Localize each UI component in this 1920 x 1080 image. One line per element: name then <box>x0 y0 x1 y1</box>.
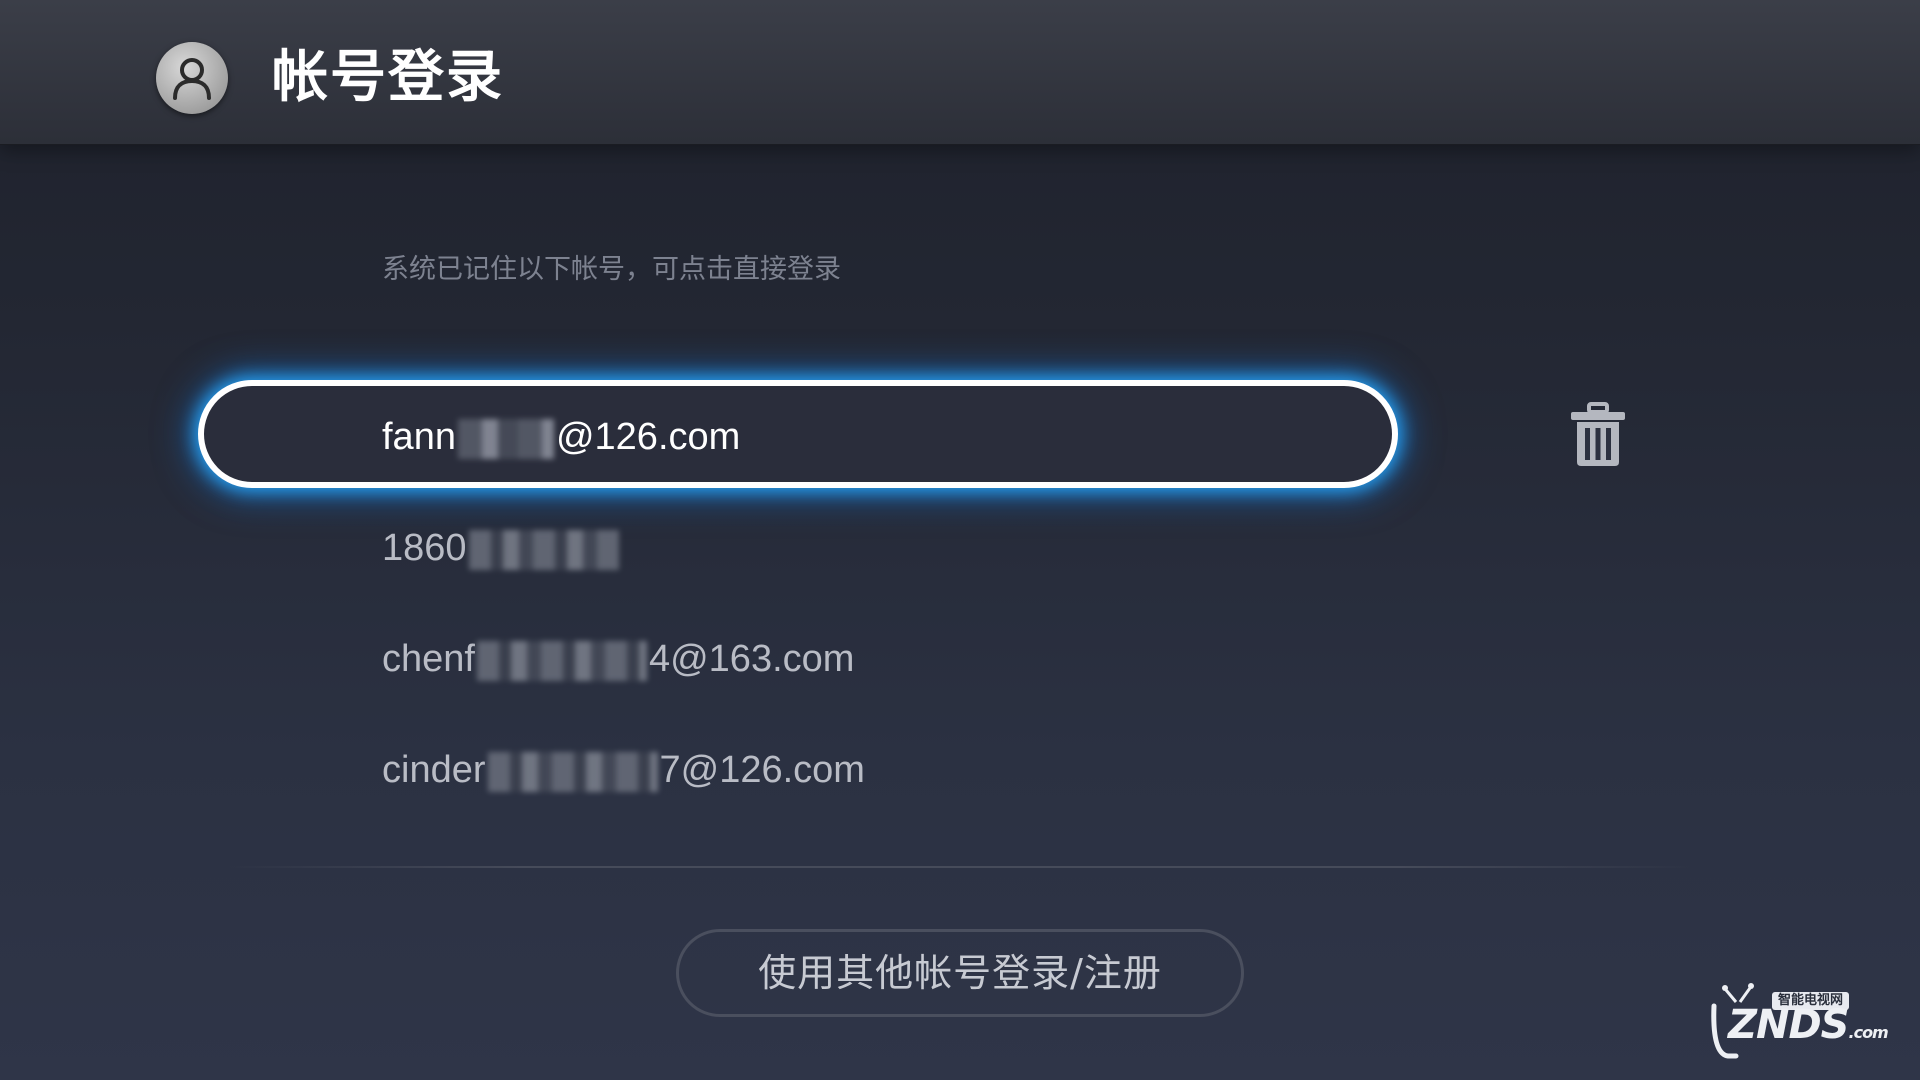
header-bar: 帐号登录 <box>0 0 1920 145</box>
other-account-login-button[interactable]: 使用其他帐号登录/注册 <box>676 929 1244 1017</box>
account-prefix: cinder <box>382 749 486 791</box>
account-prefix: fann <box>382 416 456 458</box>
znds-watermark-logo: 智能电视网 ZNDS.com <box>1706 980 1889 1060</box>
remembered-accounts-hint: 系统已记住以下帐号，可点击直接登录 <box>382 254 841 285</box>
delete-account-button[interactable] <box>1568 402 1628 468</box>
account-item-1[interactable]: fann @126.com <box>382 412 740 462</box>
account-item-3[interactable]: chenf 4@163.com <box>382 634 854 684</box>
avatar <box>156 42 228 114</box>
redacted-text <box>468 529 619 570</box>
account-item-2[interactable]: 1860 <box>382 523 621 573</box>
redacted-text <box>487 751 658 792</box>
page-title: 帐号登录 <box>272 45 504 110</box>
account-focus-highlight[interactable] <box>198 380 1398 488</box>
account-item-4[interactable]: cinder 7@126.com <box>382 745 865 795</box>
redacted-text <box>457 418 554 459</box>
trash-icon <box>1571 402 1625 466</box>
divider <box>230 866 1690 868</box>
user-icon <box>173 58 211 100</box>
account-suffix: 7@126.com <box>659 749 865 791</box>
account-prefix: chenf <box>382 638 475 680</box>
redacted-text <box>476 640 647 681</box>
account-prefix: 1860 <box>382 527 467 569</box>
watermark-brand: ZNDS.com <box>1728 1002 1889 1048</box>
account-suffix: @126.com <box>555 416 741 458</box>
account-suffix: 4@163.com <box>648 638 855 680</box>
